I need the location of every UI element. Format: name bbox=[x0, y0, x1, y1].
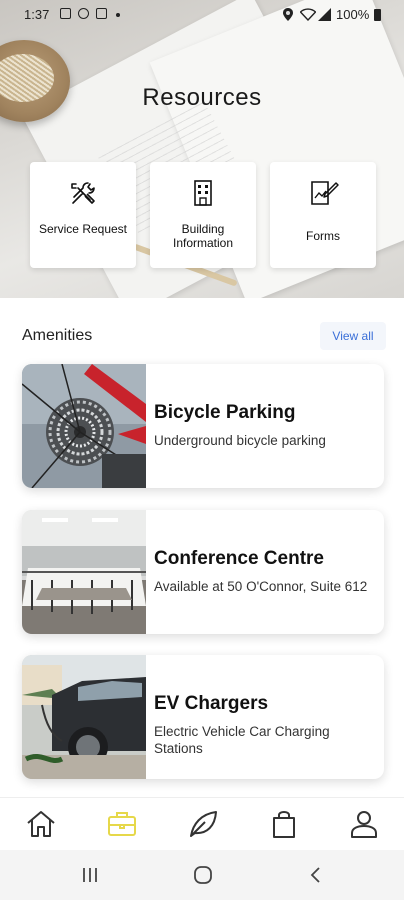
nav-profile[interactable] bbox=[344, 808, 384, 842]
building-icon bbox=[194, 180, 212, 206]
amenity-card-ev-chargers[interactable]: EV Chargers Electric Vehicle Car Chargin… bbox=[22, 655, 384, 779]
battery-level: 100% bbox=[336, 7, 370, 22]
amenity-subtitle: Underground bicycle parking bbox=[154, 433, 326, 448]
nav-home[interactable] bbox=[21, 808, 61, 842]
amenity-title: EV Chargers bbox=[154, 693, 269, 714]
view-all-link[interactable]: View all bbox=[320, 322, 386, 350]
building-information-label: Building Information bbox=[172, 222, 234, 250]
tools-icon bbox=[71, 182, 95, 204]
briefcase-icon bbox=[108, 812, 136, 836]
shopping-bag-icon bbox=[273, 811, 295, 838]
more-notifications-icon bbox=[116, 13, 120, 17]
status-bar: 1:37 100% bbox=[0, 0, 404, 30]
wifi-icon bbox=[300, 8, 316, 21]
page-title: Resources bbox=[142, 84, 262, 111]
amenity-subtitle: Electric Vehicle Car Charging Stations bbox=[154, 724, 330, 756]
nav-sustainability[interactable] bbox=[183, 808, 223, 842]
amenity-title: Bicycle Parking bbox=[154, 402, 296, 423]
service-request-button[interactable]: Service Request bbox=[30, 162, 136, 268]
leaf-icon bbox=[190, 811, 217, 837]
amenities-heading: Amenities bbox=[22, 327, 93, 344]
app-notification-icon bbox=[96, 8, 107, 19]
form-icon bbox=[311, 181, 339, 205]
home-button-icon[interactable] bbox=[192, 864, 214, 886]
amenity-card-conference-centre[interactable]: Conference Centre Available at 50 O'Conn… bbox=[22, 510, 384, 634]
conference-centre-photo bbox=[22, 510, 146, 634]
image-notification-icon bbox=[60, 8, 71, 19]
forms-button[interactable]: Forms bbox=[270, 162, 376, 268]
system-navigation-bar bbox=[0, 850, 404, 900]
status-time: 1:37 bbox=[24, 7, 50, 22]
back-icon[interactable] bbox=[308, 864, 324, 886]
amenity-title: Conference Centre bbox=[154, 548, 324, 569]
app-notification-icon bbox=[78, 8, 89, 19]
nav-shop[interactable] bbox=[264, 808, 304, 842]
profile-icon bbox=[351, 811, 377, 838]
home-icon bbox=[27, 811, 55, 837]
battery-icon bbox=[374, 9, 381, 21]
location-icon bbox=[283, 8, 293, 21]
ev-chargers-photo bbox=[22, 655, 146, 779]
amenity-card-bicycle-parking[interactable]: Bicycle Parking Underground bicycle park… bbox=[22, 364, 384, 488]
service-request-label: Service Request bbox=[38, 222, 128, 236]
recent-apps-icon[interactable] bbox=[80, 864, 100, 886]
amenity-subtitle: Available at 50 O'Connor, Suite 612 bbox=[154, 579, 368, 594]
nav-resources[interactable] bbox=[102, 808, 142, 842]
signal-icon bbox=[318, 8, 331, 21]
bottom-navigation bbox=[0, 797, 404, 850]
bicycle-parking-photo bbox=[22, 364, 146, 488]
building-information-button[interactable]: Building Information bbox=[150, 162, 256, 268]
forms-label: Forms bbox=[306, 229, 340, 243]
